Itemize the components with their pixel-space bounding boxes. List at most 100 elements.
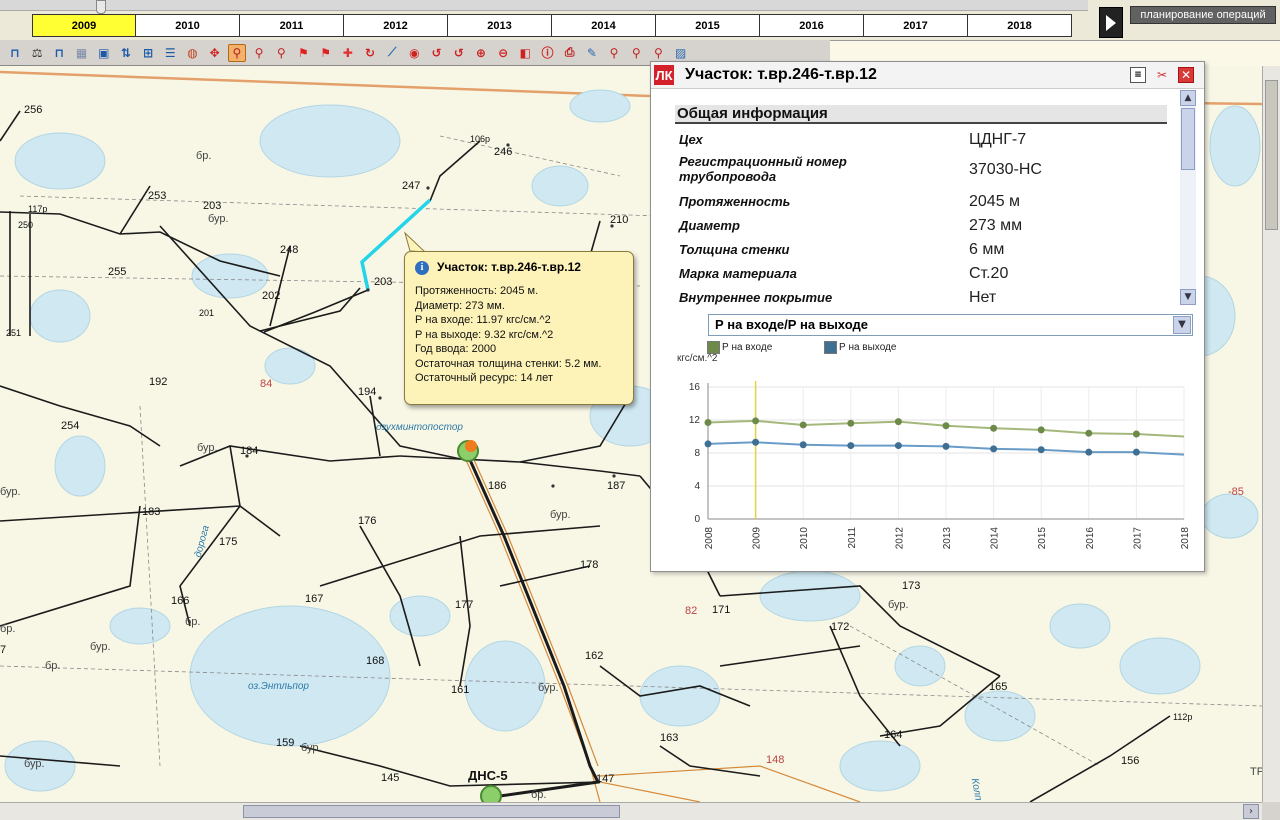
scroll-right-icon[interactable]: › (1243, 804, 1259, 819)
pin-icon[interactable]: ⚲ (627, 44, 645, 62)
map-label: 164 (884, 729, 903, 741)
sort-icon[interactable]: ⇅ (117, 44, 135, 62)
data-point (990, 445, 998, 453)
scroll-up-icon[interactable]: ▲ (1180, 90, 1196, 106)
x-tick-label: 2015 (1037, 527, 1048, 550)
year-tab-2017[interactable]: 2017 (864, 14, 968, 37)
zoom-out-icon[interactable]: ⊖ (494, 44, 512, 62)
pin-icon[interactable]: ✂ (1154, 67, 1170, 83)
chevron-down-icon[interactable]: ▼ (1173, 316, 1191, 334)
field-label: Регистрационный номер трубопровода (679, 154, 847, 184)
year-tab-2015[interactable]: 2015 (656, 14, 760, 37)
panel-header[interactable]: ЛК Участок: т.вр.246-т.вр.12 ≡ ✂ ✕ (651, 62, 1204, 89)
y-tick-label: 0 (694, 514, 700, 525)
map-label: бр. (185, 616, 201, 628)
dns-5-label: ДНС-5 (468, 768, 508, 783)
year-tab-2012[interactable]: 2012 (344, 14, 448, 37)
pin-active-icon[interactable]: ⚲ (227, 43, 246, 62)
vertical-scroll-thumb[interactable] (1265, 80, 1278, 230)
field-label: Протяженность (679, 194, 791, 209)
scroll-thumb[interactable] (1181, 108, 1195, 170)
year-tab-2018[interactable]: 2018 (968, 14, 1072, 37)
year-tab-2011[interactable]: 2011 (240, 14, 344, 37)
data-point (942, 442, 950, 450)
rotate-icon[interactable]: ↺ (428, 44, 446, 62)
year-tab-2016[interactable]: 2016 (760, 14, 864, 37)
panel-title: Участок: т.вр.246-т.вр.12 (685, 66, 877, 83)
scroll-down-icon[interactable]: ▼ (1180, 289, 1196, 305)
field-value: 273 мм (969, 217, 1023, 234)
play-button[interactable] (1099, 7, 1123, 38)
segment-info-panel: ЛК Участок: т.вр.246-т.вр.12 ≡ ✂ ✕ Общая… (650, 61, 1205, 572)
map-label: ТР (1250, 766, 1262, 778)
timeline-slider-track[interactable] (0, 0, 1088, 14)
map-label: 172 (831, 621, 850, 633)
map-label: бур. (0, 486, 21, 498)
data-point (990, 424, 998, 432)
info-scrollbar[interactable]: ▲ ▼ (1180, 90, 1196, 305)
timeline-slider-thumb[interactable] (96, 0, 106, 14)
map-label: 147 (596, 773, 615, 785)
map-label: бр. (45, 660, 61, 672)
map-label: 165 (989, 681, 1008, 693)
field-value: ЦДНГ-7 (969, 131, 1027, 148)
pencil-icon[interactable]: ✎ (583, 44, 601, 62)
operations-planning-button[interactable]: планирование операций (1130, 6, 1276, 24)
zoom-in-icon[interactable]: ⊕ (472, 44, 490, 62)
data-point (894, 442, 902, 450)
image-icon[interactable]: ▨ (672, 44, 690, 62)
year-tab-2009[interactable]: 2009 (32, 14, 136, 37)
legend-label: Р на входе (722, 342, 773, 353)
data-point (752, 417, 760, 425)
map-vertical-scrollbar[interactable] (1262, 66, 1280, 802)
info-icon[interactable]: ⓘ (539, 44, 557, 62)
globe-icon[interactable]: ◍ (184, 44, 202, 62)
pin-icon[interactable]: ⚲ (649, 44, 667, 62)
x-tick-label: 2012 (894, 527, 905, 550)
print-icon[interactable]: ⎙ (561, 44, 579, 62)
x-tick-label: 2013 (942, 527, 953, 550)
document-icon[interactable]: ≡ (1130, 67, 1146, 83)
segment-tooltip: i Участок: т.вр.246-т.вр.12 Протяженност… (404, 251, 634, 405)
tree-icon[interactable]: ⊞ (139, 44, 157, 62)
data-point (704, 418, 712, 426)
tooltip-line: Р на выходе: 9.32 кгс/см.^2 (415, 328, 554, 341)
zoom-icon[interactable]: ◉ (405, 44, 423, 62)
x-tick-label: 2010 (799, 527, 810, 550)
x-tick-label: 2008 (704, 527, 715, 550)
pipe-shape-icon[interactable]: ⊓ (6, 44, 24, 62)
flag-icon[interactable]: ⚑ (317, 44, 335, 62)
plus-icon[interactable]: ✚ (339, 44, 357, 62)
close-icon[interactable]: ✕ (1178, 67, 1194, 83)
list-icon[interactable]: ☰ (161, 44, 179, 62)
layers-icon[interactable]: ◧ (516, 44, 534, 62)
rotate-icon[interactable]: ↺ (450, 44, 468, 62)
flag-icon[interactable]: ⚑ (294, 44, 312, 62)
pin-icon[interactable]: ⚲ (605, 44, 623, 62)
map-horizontal-scrollbar[interactable]: › (0, 802, 1262, 820)
horizontal-scroll-thumb[interactable] (243, 805, 620, 818)
chart-parameter-select[interactable]: Р на входе/Р на выходе ▼ (708, 314, 1193, 336)
refresh-icon[interactable]: ↻ (361, 44, 379, 62)
pin-icon[interactable]: ⚲ (250, 44, 268, 62)
window-layout-icon[interactable]: ▣ (95, 44, 113, 62)
map-label: бур. (550, 509, 571, 521)
target-icon[interactable]: ✥ (206, 44, 224, 62)
play-icon (1106, 14, 1116, 31)
map-label: 145 (381, 772, 400, 784)
x-tick-label: 2009 (752, 527, 763, 550)
pipe-shape-icon[interactable]: ⊓ (50, 44, 68, 62)
map-label: 186 (488, 480, 507, 492)
field-label: Диаметр (679, 218, 740, 233)
tooltip-line: Остаточный ресурс: 14 лет (415, 372, 553, 384)
legend-item[interactable]: Р на выходе (824, 341, 896, 354)
year-tab-2014[interactable]: 2014 (552, 14, 656, 37)
year-tab-2013[interactable]: 2013 (448, 14, 552, 37)
weight-icon[interactable]: ⚖ (28, 44, 46, 62)
year-tab-2010[interactable]: 2010 (136, 14, 240, 37)
tooltip-line: Год ввода: 2000 (415, 343, 497, 355)
pin-icon[interactable]: ⚲ (272, 44, 290, 62)
hatch-icon[interactable]: ▦ (73, 44, 91, 62)
x-tick-label: 2016 (1085, 527, 1096, 550)
ruler-icon[interactable]: ⟋ (383, 44, 401, 62)
